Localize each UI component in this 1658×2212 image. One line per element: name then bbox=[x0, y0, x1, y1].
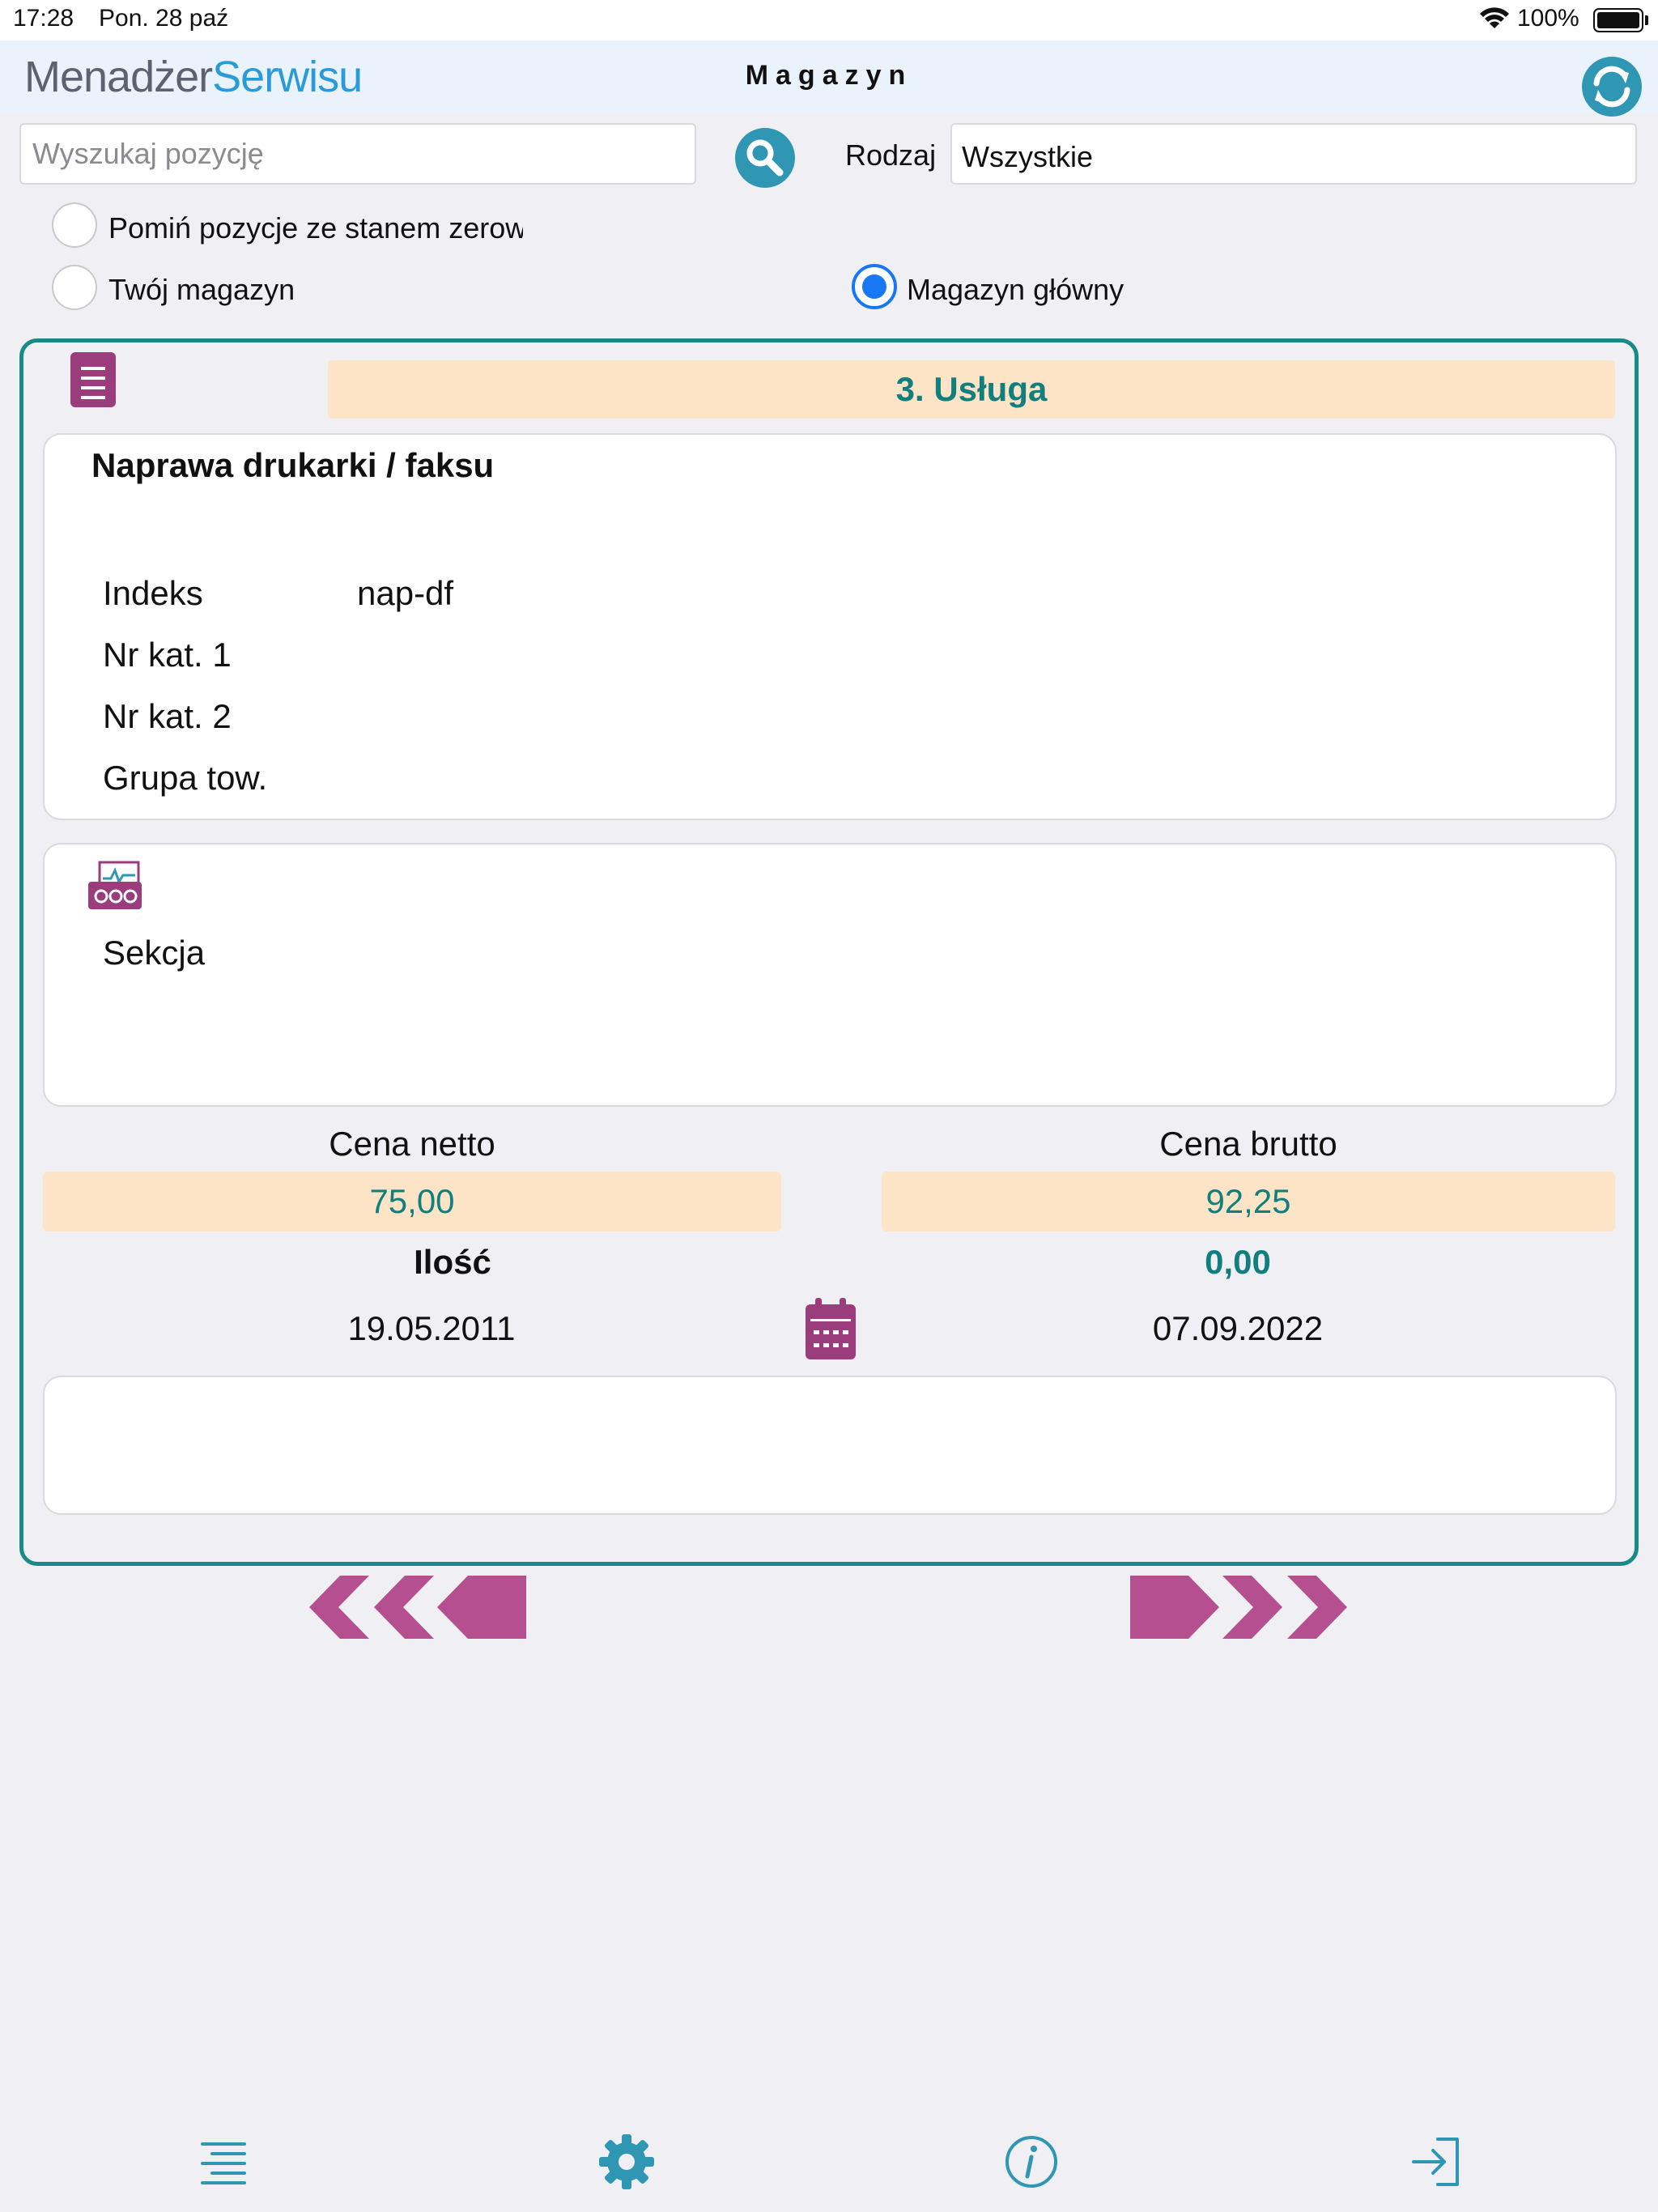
catalog-no-2-label: Nr kat. 2 bbox=[103, 697, 232, 735]
section-icon[interactable] bbox=[87, 861, 142, 911]
search-icon bbox=[746, 139, 784, 177]
date-to: 07.09.2022 bbox=[1152, 1309, 1324, 1347]
your-warehouse-radio[interactable] bbox=[52, 265, 97, 310]
index-value: nap-df bbox=[357, 574, 454, 612]
net-price-value: 75,00 bbox=[43, 1172, 781, 1231]
document-lines bbox=[81, 367, 105, 399]
skip-zero-radio[interactable] bbox=[52, 202, 97, 248]
info-button[interactable] bbox=[1002, 2133, 1061, 2191]
item-card: 3. Usługa Naprawa drukarki / faksu Indek… bbox=[19, 338, 1639, 1566]
refresh-button[interactable] bbox=[1582, 57, 1642, 117]
page-title: Magazyn bbox=[745, 60, 913, 91]
status-date: Pon. 28 paź bbox=[99, 5, 229, 32]
double-chevron-right-icon bbox=[1130, 1576, 1347, 1639]
battery-tip bbox=[1645, 15, 1648, 25]
product-group-label: Grupa tow. bbox=[103, 759, 268, 797]
date-from: 19.05.2011 bbox=[347, 1309, 516, 1347]
next-button[interactable] bbox=[1130, 1576, 1349, 1639]
list-button[interactable] bbox=[194, 2133, 253, 2191]
index-label: Indeks bbox=[103, 574, 203, 612]
gear-icon bbox=[599, 2134, 654, 2189]
search-input[interactable] bbox=[19, 123, 696, 185]
section-label: Sekcja bbox=[103, 934, 206, 972]
your-warehouse-label: Twój magazyn bbox=[108, 273, 295, 306]
quantity-value: 0,00 bbox=[1205, 1243, 1271, 1281]
item-details-panel: Naprawa drukarki / faksu Indeks nap-df N… bbox=[43, 433, 1617, 820]
gross-price-value: 92,25 bbox=[882, 1172, 1615, 1231]
info-icon bbox=[1005, 2136, 1057, 2188]
notes-panel[interactable] bbox=[43, 1376, 1617, 1515]
logout-icon bbox=[1412, 2138, 1459, 2186]
item-type-banner: 3. Usługa bbox=[328, 360, 1615, 419]
main-warehouse-radio[interactable] bbox=[852, 264, 897, 309]
catalog-no-1-label: Nr kat. 1 bbox=[103, 636, 232, 674]
logout-button[interactable] bbox=[1407, 2133, 1465, 2191]
status-time: 17:28 bbox=[13, 5, 74, 32]
battery-percentage: 100% bbox=[1517, 5, 1579, 32]
net-price-label: Cena netto bbox=[329, 1125, 495, 1163]
status-bar: 17:28 Pon. 28 paź 100% bbox=[0, 0, 1658, 40]
gross-price-label: Cena brutto bbox=[1159, 1125, 1337, 1163]
item-name: Naprawa drukarki / faksu bbox=[91, 446, 495, 484]
battery-icon bbox=[1593, 8, 1643, 32]
type-filter-label: Rodzaj bbox=[845, 138, 937, 172]
double-chevron-left-icon bbox=[309, 1576, 526, 1639]
search-button[interactable] bbox=[735, 128, 795, 188]
previous-button[interactable] bbox=[309, 1576, 528, 1639]
skip-zero-label: Pomiń pozycje ze stanem zerow bbox=[108, 211, 523, 245]
refresh-icon bbox=[1593, 66, 1630, 108]
document-icon[interactable] bbox=[70, 352, 116, 407]
main-warehouse-label: Magazyn główny bbox=[907, 273, 1124, 306]
settings-button[interactable] bbox=[597, 2133, 656, 2191]
type-filter-select[interactable]: Wszystkie bbox=[950, 123, 1637, 185]
quantity-label: Ilość bbox=[414, 1243, 491, 1281]
wifi-icon bbox=[1480, 7, 1509, 28]
app-header: MenadżerSerwisu Magazyn bbox=[0, 40, 1658, 117]
list-icon bbox=[201, 2142, 246, 2184]
section-panel: Sekcja bbox=[43, 843, 1617, 1107]
